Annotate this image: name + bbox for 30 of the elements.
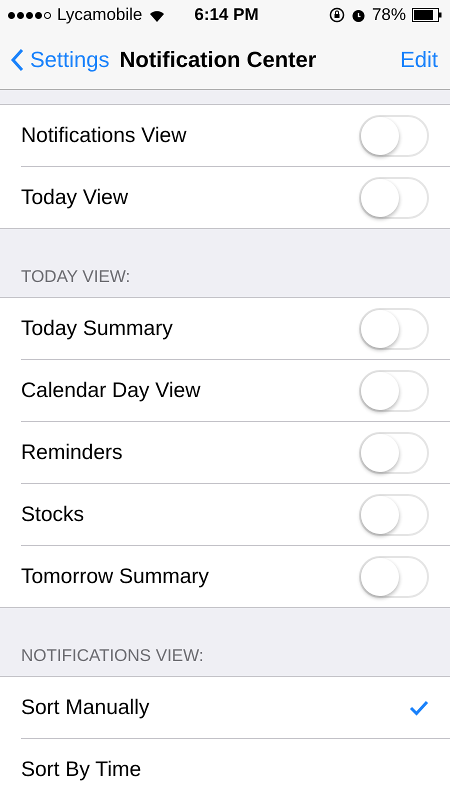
row-label: Tomorrow Summary — [21, 564, 210, 588]
wifi-icon — [148, 8, 166, 22]
toggle-switch[interactable] — [359, 494, 429, 536]
row-label: Notifications View — [21, 124, 188, 148]
section-header: NOTIFICATIONS VIEW: — [20, 645, 205, 667]
row-label: Sort Manually — [21, 696, 150, 720]
back-button[interactable]: Settings — [10, 46, 110, 72]
row-label: Reminders — [21, 440, 124, 464]
battery-percent: 78% — [372, 5, 406, 25]
rotation-lock-icon — [328, 7, 345, 23]
toggle-switch[interactable] — [359, 556, 429, 598]
row-label: Sort By Time — [21, 758, 142, 782]
toggle-switch[interactable] — [359, 308, 429, 350]
row-label: Stocks — [21, 502, 86, 526]
row-label: Calendar Day View — [21, 378, 202, 402]
screen-title: Notification Center — [120, 46, 318, 72]
row-label: Today Summary — [21, 316, 174, 340]
row-label: Today View — [21, 186, 130, 210]
toggle-switch[interactable] — [359, 432, 429, 474]
chevron-left-icon — [10, 48, 24, 72]
battery-icon — [412, 8, 442, 22]
toggle-switch[interactable] — [359, 370, 429, 412]
status-time: 6:14 PM — [194, 5, 259, 25]
toggle-switch[interactable] — [359, 176, 429, 218]
carrier-name: Lycamobile — [57, 5, 142, 25]
section-header: TODAY VIEW: — [20, 266, 132, 288]
alarm-icon — [350, 8, 366, 22]
toggle-switch[interactable] — [359, 114, 429, 156]
edit-button[interactable]: Edit — [400, 46, 438, 72]
signal-icon — [8, 12, 51, 18]
